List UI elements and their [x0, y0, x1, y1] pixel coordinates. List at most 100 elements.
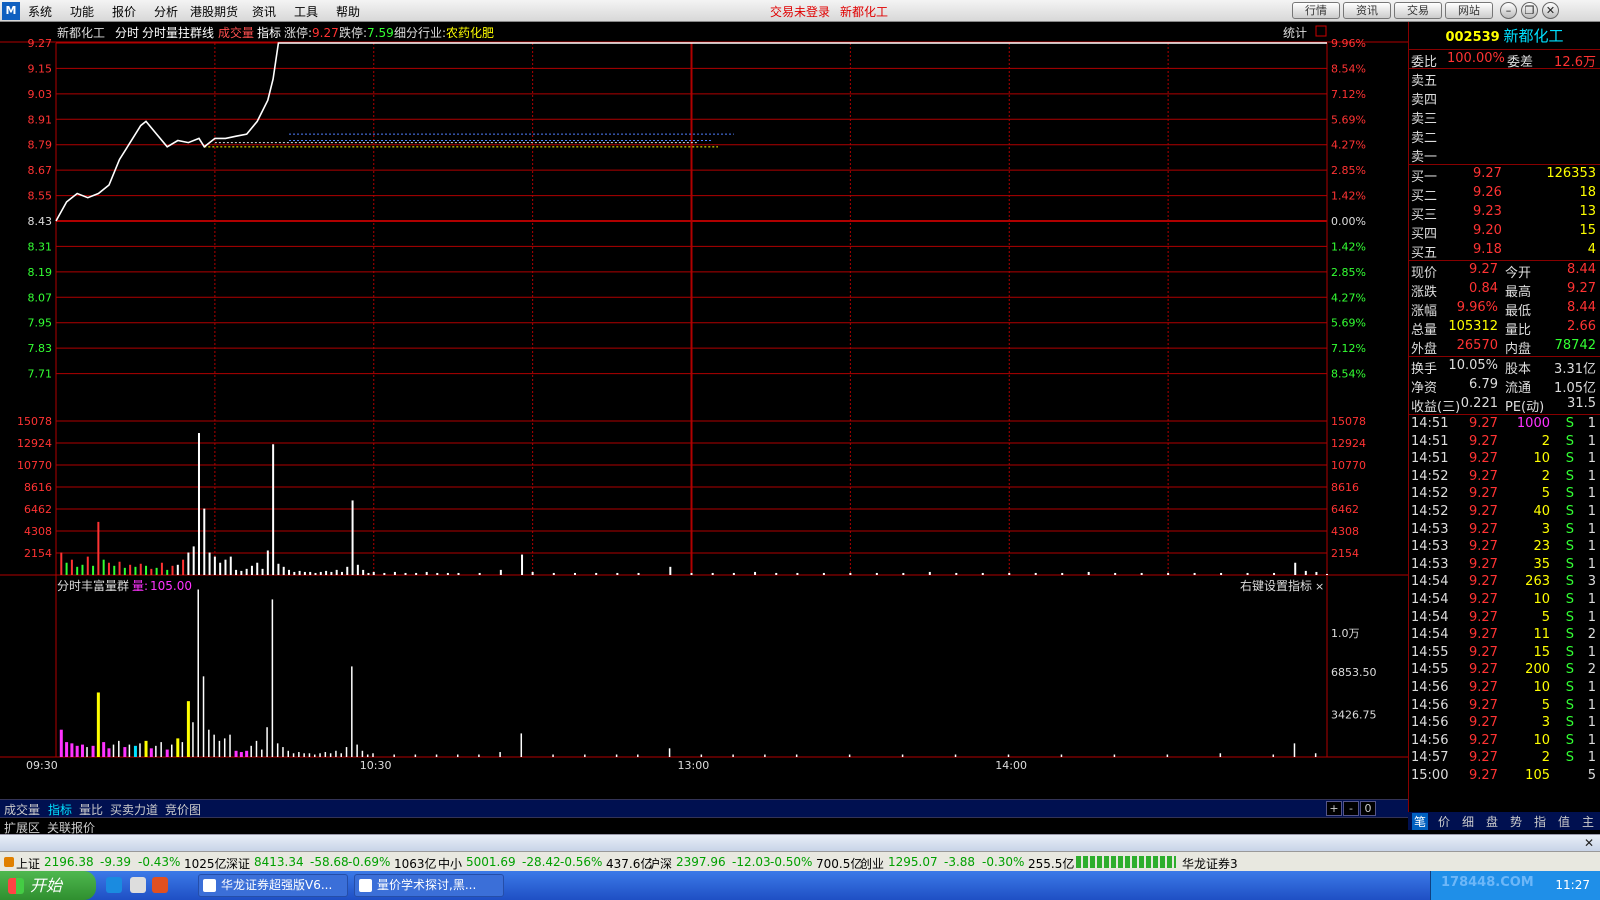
index-amount: 1063亿 [394, 857, 437, 871]
windows-flag-icon [8, 878, 24, 894]
menu-analysis[interactable]: 分析 [154, 3, 178, 20]
indicator-settings[interactable]: 右键设置指标 [1240, 578, 1312, 593]
broker-name[interactable]: 华龙证券3 [1182, 855, 1238, 872]
task-forum-window[interactable]: 量价学术探讨,黑... [354, 874, 504, 897]
menu-tools[interactable]: 工具 [294, 3, 318, 20]
volume-bar [531, 571, 534, 575]
media-quicklaunch-icon[interactable] [152, 877, 168, 893]
task-hualong-app[interactable]: 华龙证券超强版V6... [198, 874, 348, 897]
tick-price: 9.27 [1469, 574, 1498, 590]
menu-quote[interactable]: 报价 [112, 3, 136, 20]
ie-quicklaunch-icon[interactable] [106, 877, 122, 893]
pct-tick-label: 4.27% [1331, 291, 1366, 304]
indicator-close-icon[interactable]: × [1315, 580, 1324, 593]
indicator-bar [1293, 743, 1296, 757]
quote-tab[interactable]: 势 [1508, 813, 1524, 830]
volume-bar [335, 569, 338, 575]
zoom-out-button[interactable]: - [1343, 801, 1359, 816]
indicator-bar [65, 742, 69, 757]
price-stats: 现价 9.27 今开 8.44 涨跌 0.84 最高 9.27 涨幅 9.96% 最低 8.44 总量 1… [1409, 261, 1600, 357]
price-tick-label: 8.43 [28, 215, 53, 228]
tick-row: 14:56 9.27 5 S 1 [1409, 697, 1600, 715]
volume-bar [955, 572, 958, 575]
menu-news[interactable]: 资讯 [252, 3, 276, 20]
indicator-bar [584, 754, 586, 757]
horizontal-scrollbar[interactable]: ✕ [0, 834, 1600, 851]
stats-button[interactable]: 统计 [1283, 26, 1307, 40]
stat-value: 78742 [1554, 338, 1596, 353]
index-value: 1295.07 [888, 855, 938, 869]
volume-bar [928, 571, 931, 575]
tick-price: 9.27 [1469, 662, 1498, 678]
zoom-reset-button[interactable]: 0 [1360, 801, 1376, 816]
tick-count: 5 [1587, 767, 1596, 783]
indicator-bar [499, 752, 501, 757]
volume-bar [415, 572, 418, 575]
quote-tab[interactable]: 盘 [1484, 813, 1500, 830]
indicator-bar [308, 753, 311, 757]
stats-toggle-icon[interactable] [1315, 25, 1327, 37]
restore-icon[interactable]: ❐ [1521, 2, 1538, 19]
menu-help[interactable]: 帮助 [336, 3, 360, 20]
nav-button-news[interactable]: 资讯 [1343, 2, 1391, 19]
task-label: 量价学术探讨,黑... [377, 878, 477, 892]
intraday-chart-area[interactable]: 9.27 9.96% 9.15 8.54% 9.03 7.12% 8.91 5.69% 8.79… [0, 22, 1408, 799]
tab-buy-sell-force[interactable]: 买卖力道 [110, 801, 158, 818]
indicator-bar [901, 754, 904, 757]
tick-volume: 2 [1541, 433, 1550, 449]
buy-levels: 买一 9.27 126353 买二 9.26 18 买三 9.23 13 买四 9.20 15 买五 9.… [1409, 165, 1600, 261]
quote-tab[interactable]: 笔 [1412, 813, 1429, 830]
menu-system[interactable]: 系统 [28, 3, 52, 20]
minimize-icon[interactable]: – [1500, 2, 1517, 19]
tab-indicator[interactable]: 指标 [48, 801, 72, 818]
stat-row: 现价 9.27 今开 8.44 [1409, 261, 1600, 281]
nav-button-website[interactable]: 网站 [1445, 2, 1493, 19]
indicator-bar [144, 740, 148, 757]
tab-auction-chart[interactable]: 竞价图 [165, 801, 201, 818]
quote-tab[interactable]: 细 [1460, 813, 1476, 830]
intraday-chart[interactable]: 9.27 9.96% 9.15 8.54% 9.03 7.12% 8.91 5.69% 8.79… [0, 22, 1408, 799]
quote-tab[interactable]: 值 [1556, 813, 1572, 830]
quote-tab[interactable]: 指 [1532, 813, 1548, 830]
tick-count: 1 [1587, 486, 1596, 502]
start-label: 开始 [30, 876, 63, 895]
scroll-close-icon[interactable]: ✕ [1584, 836, 1594, 850]
nav-button-trade[interactable]: 交易 [1394, 2, 1442, 19]
start-button[interactable]: 开始 [0, 871, 96, 900]
nav-button-market[interactable]: 行情 [1292, 2, 1340, 19]
buy-level-volume: 4 [1587, 242, 1596, 257]
menu-function[interactable]: 功能 [70, 3, 94, 20]
volume-bar [849, 572, 852, 575]
close-icon[interactable]: ✕ [1542, 2, 1559, 19]
mode-volume-cluster[interactable]: 分时量拄群线 [142, 25, 214, 40]
mode-intraday[interactable]: 分时 [115, 26, 139, 40]
volume-bar [446, 572, 449, 575]
tab-volume[interactable]: 成交量 [4, 801, 40, 818]
volume-bar [176, 564, 179, 575]
indicator-bar [361, 750, 364, 757]
limit-up-value: 9.27 [312, 26, 339, 40]
menu-hk-futures[interactable]: 港股期货 [190, 3, 238, 20]
tick-list[interactable]: 14:51 9.27 1000 S 1 14:51 9.27 2 S 1 14:51 9.27 10 S 1… [1409, 415, 1600, 784]
login-status[interactable]: 交易未登录 [770, 3, 830, 20]
indicator-bar [139, 743, 141, 757]
quote-tab[interactable]: 主 [1580, 813, 1596, 830]
tick-time: 14:53 [1411, 539, 1449, 555]
volume-tick-label: 8616 [24, 481, 52, 494]
quote-tab[interactable]: 价 [1436, 813, 1452, 830]
index-change: -3.88 [944, 855, 976, 869]
zoom-in-button[interactable]: + [1326, 801, 1342, 816]
tick-row: 14:55 9.27 15 S 1 [1409, 644, 1600, 662]
tab-volume-ratio[interactable]: 量比 [79, 801, 103, 818]
indicator-label[interactable]: 指标 [257, 25, 281, 40]
market-breadth-bars [1076, 856, 1176, 868]
volume-bar [499, 569, 502, 575]
desktop-quicklaunch-icon[interactable] [130, 877, 146, 893]
volume-bar [875, 572, 878, 575]
volume-bar [425, 571, 428, 575]
volume-tick-label: 12924 [17, 437, 52, 450]
sell-level-row: 卖四 [1409, 88, 1600, 108]
volume-bar [595, 572, 598, 575]
volume-label[interactable]: 成交量 [218, 25, 254, 40]
tick-volume: 105 [1525, 767, 1550, 783]
